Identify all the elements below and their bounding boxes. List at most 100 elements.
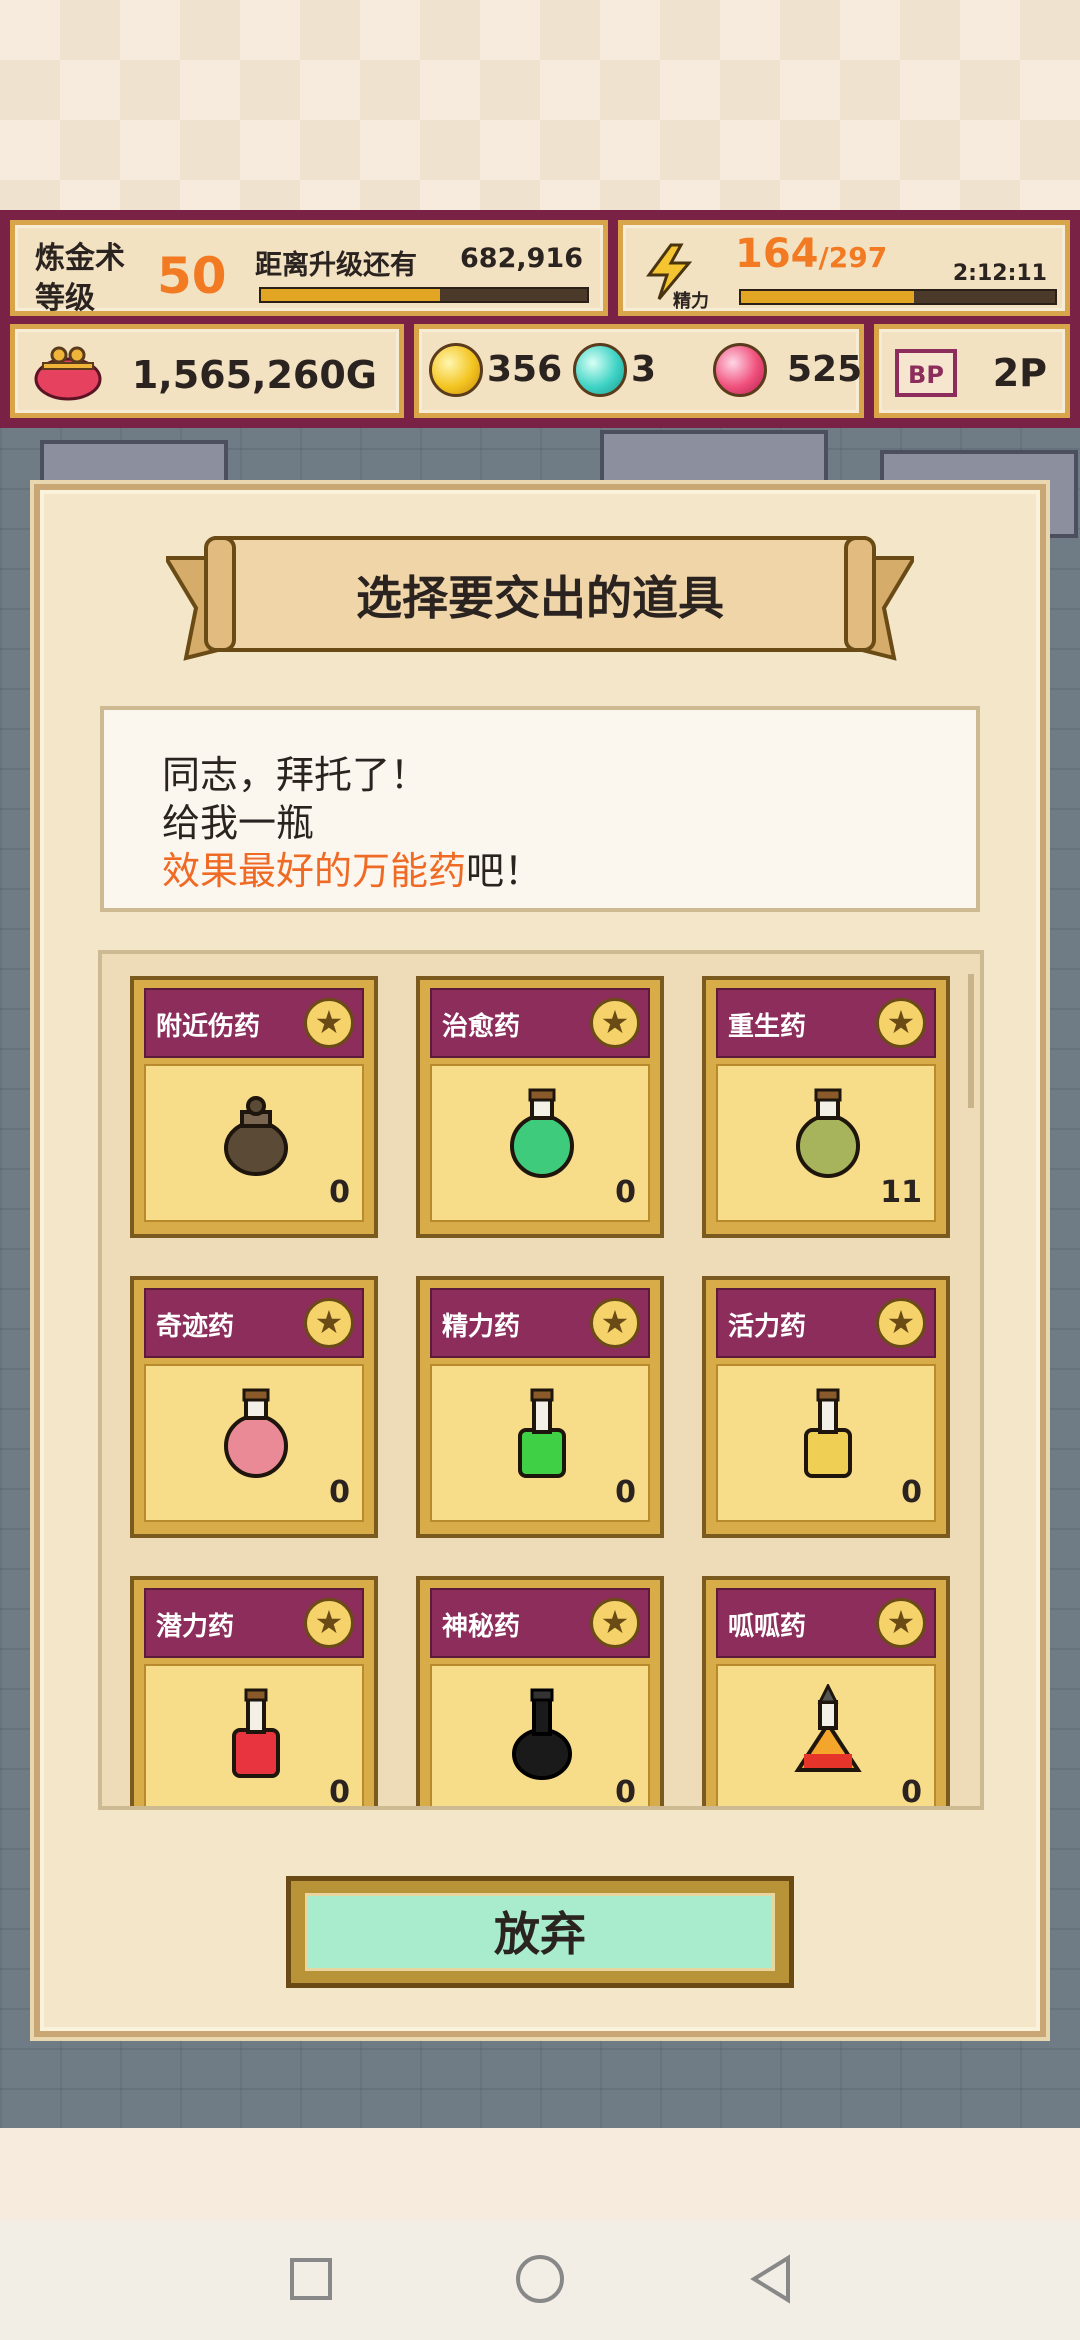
item-name: 呱呱药 [728, 1612, 807, 1642]
bottom-strip [0, 2128, 1080, 2220]
level-title-line1: 炼金术 [35, 241, 125, 276]
cyan-gem-icon [573, 343, 627, 397]
energy-box[interactable]: 精力 164/297 2:12:11 [618, 220, 1070, 316]
gems-box[interactable]: 356 3 525 [414, 324, 864, 418]
energy-timer: 2:12:11 [952, 261, 1047, 286]
energy-label: 精力 [673, 291, 709, 312]
item-card[interactable]: 神秘药 ★ 0 [416, 1576, 664, 1810]
level-value: 50 [157, 247, 227, 305]
give-up-label: 放弃 [305, 1893, 775, 1971]
pink-gem-count: 525 [787, 349, 863, 390]
star-icon[interactable]: ★ [304, 1598, 354, 1648]
item-card-header: 治愈药 ★ [430, 988, 650, 1058]
item-card-body: 0 [144, 1664, 364, 1810]
exp-remaining: 682,916 [460, 243, 583, 274]
star-icon[interactable]: ★ [304, 998, 354, 1048]
item-card-header: 精力药 ★ [430, 1288, 650, 1358]
item-card[interactable]: 呱呱药 ★ 0 [702, 1576, 950, 1810]
item-card-body: 0 [144, 1364, 364, 1522]
item-card-header: 神秘药 ★ [430, 1588, 650, 1658]
item-card-header: 潜力药 ★ [144, 1588, 364, 1658]
top-background [0, 0, 1080, 210]
dialog-highlight: 效果最好的万能药 [162, 849, 467, 893]
dialog-suffix: 吧！ [466, 849, 543, 893]
star-icon[interactable]: ★ [590, 1298, 640, 1348]
cyan-gem-count: 3 [631, 349, 657, 390]
item-grid-scrollbar[interactable] [968, 974, 974, 1108]
purse-icon [34, 346, 102, 401]
black-bottle-icon [512, 1688, 572, 1780]
star-icon[interactable]: ★ [876, 1598, 926, 1648]
item-name: 潜力药 [156, 1612, 235, 1642]
item-card-header: 活力药 ★ [716, 1288, 936, 1358]
energy-bar-fill [741, 291, 914, 303]
request-dialog: 同志，拜托了！ 给我一瓶 效果最好的万能药吧！ [100, 706, 980, 912]
item-count: 11 [880, 1175, 922, 1210]
item-card-body: 0 [430, 1364, 650, 1522]
item-card-body: 0 [716, 1364, 936, 1522]
energy-current: 164 [735, 231, 819, 277]
title-banner: 选择要交出的道具 [166, 528, 914, 668]
item-count: 0 [615, 1475, 636, 1510]
dialog-line3: 效果最好的万能药吧！ [162, 840, 542, 895]
item-count: 0 [615, 1175, 636, 1210]
give-up-button[interactable]: 放弃 [286, 1876, 794, 1988]
yellow-gem-icon [429, 343, 483, 397]
item-count: 0 [329, 1475, 350, 1510]
energy-bar [739, 289, 1057, 305]
yellow-bottle-icon [804, 1388, 852, 1478]
item-count: 0 [615, 1775, 636, 1810]
item-card-body: 0 [144, 1064, 364, 1222]
item-name: 治愈药 [442, 1012, 521, 1042]
star-icon[interactable]: ★ [304, 1298, 354, 1348]
bp-box[interactable]: BP 2P [874, 324, 1070, 418]
item-card-body: 0 [430, 1664, 650, 1810]
home-icon[interactable] [500, 2220, 580, 2340]
orange-flask-icon [794, 1684, 862, 1772]
item-name: 奇迹药 [156, 1312, 235, 1342]
money-box[interactable]: 1,565,260G [10, 324, 404, 418]
green-bottle-icon [518, 1388, 566, 1478]
energy-value: 164/297 [735, 231, 887, 277]
item-card[interactable]: 重生药 ★ 11 [702, 976, 950, 1238]
star-icon[interactable]: ★ [876, 1298, 926, 1348]
item-name: 神秘药 [442, 1612, 521, 1642]
item-card[interactable]: 精力药 ★ 0 [416, 1276, 664, 1538]
level-title: 炼金术 等级 [35, 239, 125, 319]
star-icon[interactable]: ★ [876, 998, 926, 1048]
status-hud: 炼金术 等级 50 距离升级还有 682,916 精力 164/297 2:12… [0, 210, 1080, 428]
star-icon[interactable]: ★ [590, 1598, 640, 1648]
exp-bar [259, 287, 589, 303]
system-navbar [0, 2220, 1080, 2340]
back-icon[interactable] [730, 2220, 810, 2340]
item-card[interactable]: 治愈药 ★ 0 [416, 976, 664, 1238]
item-name: 重生药 [728, 1012, 807, 1042]
panel-title: 选择要交出的道具 [356, 571, 724, 625]
item-card[interactable]: 附近伤药 ★ 0 [130, 976, 378, 1238]
item-card[interactable]: 潜力药 ★ 0 [130, 1576, 378, 1810]
item-grid[interactable]: 附近伤药 ★ 0 治愈药 ★ 0 重生药 ★ 11 奇迹药 ★ 0 精力药 ★ 0 活力药 ★ 0 潜力药 ★ 0 神秘药… [98, 950, 984, 1810]
item-card[interactable]: 奇迹药 ★ 0 [130, 1276, 378, 1538]
star-icon[interactable]: ★ [590, 998, 640, 1048]
item-card-body: 0 [430, 1064, 650, 1222]
recent-apps-icon[interactable] [270, 2220, 350, 2340]
level-box[interactable]: 炼金术 等级 50 距离升级还有 682,916 [10, 220, 608, 316]
pink-flask-icon [224, 1388, 288, 1478]
item-count: 0 [329, 1175, 350, 1210]
item-card-header: 重生药 ★ [716, 988, 936, 1058]
item-name: 精力药 [442, 1312, 521, 1342]
item-card[interactable]: 活力药 ★ 0 [702, 1276, 950, 1538]
item-card-header: 附近伤药 ★ [144, 988, 364, 1058]
item-name: 附近伤药 [156, 1012, 261, 1042]
pouch-icon [224, 1096, 288, 1176]
olive-flask-icon [796, 1088, 860, 1178]
bp-ticket-label: BP [908, 361, 944, 389]
item-count: 0 [901, 1475, 922, 1510]
green-flask-icon [510, 1088, 574, 1178]
yellow-gem-count: 356 [487, 349, 563, 390]
item-count: 0 [329, 1775, 350, 1810]
item-card-body: 0 [716, 1664, 936, 1810]
item-count: 0 [901, 1775, 922, 1810]
item-name: 活力药 [728, 1312, 807, 1342]
item-card-header: 呱呱药 ★ [716, 1588, 936, 1658]
